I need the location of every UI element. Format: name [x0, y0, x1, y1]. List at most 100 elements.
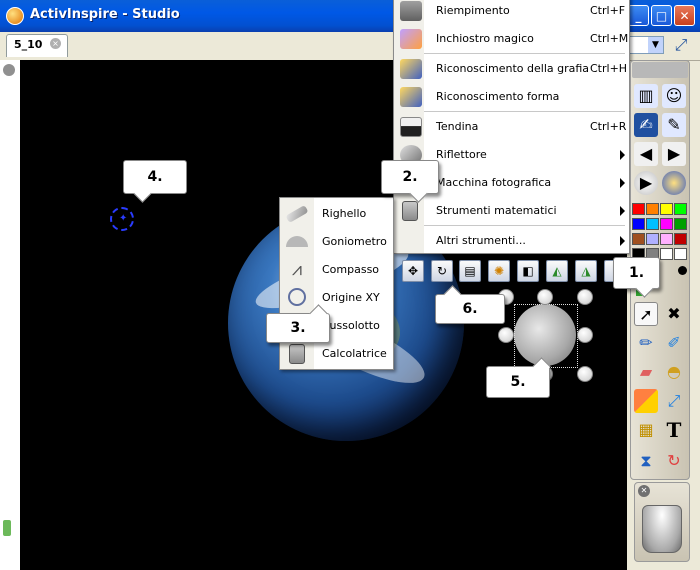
color-swatch[interactable]	[674, 233, 687, 245]
move-icon[interactable]: ✥	[402, 260, 424, 282]
rotate-icon[interactable]: ↻	[431, 260, 453, 282]
tools-icon[interactable]: ✎	[662, 113, 686, 137]
color-swatch[interactable]	[632, 203, 645, 215]
magic-ink-icon	[400, 29, 422, 49]
multi-tool-icon[interactable]: ✖	[662, 302, 686, 326]
menu-item-fill[interactable]: Riempimento Ctrl+F	[394, 0, 629, 25]
minimize-button[interactable]: _	[628, 5, 649, 26]
folder-icon[interactable]: ▦	[634, 418, 658, 442]
handwriting-recognition-icon	[400, 59, 422, 79]
properties-icon[interactable]: ▤	[459, 260, 481, 282]
browser-toggle-icon[interactable]	[3, 64, 15, 76]
reset-icon[interactable]: ↻	[662, 449, 686, 473]
handwriting-icon[interactable]: ✍	[634, 113, 658, 137]
menu-item-magic-ink[interactable]: Inchiostro magico Ctrl+M	[394, 25, 629, 53]
resize-handle[interactable]	[537, 289, 553, 305]
callout-1: 1.	[613, 257, 660, 298]
arrange-icon[interactable]: ◧	[517, 260, 539, 282]
protractor-icon	[286, 236, 308, 247]
submenu-item-compass[interactable]: ⩘ Compasso	[280, 256, 393, 284]
flipchart-browser-icon[interactable]: ▥	[634, 84, 658, 108]
callout-label: 5.	[510, 374, 526, 390]
menu-item-label: Strumenti matematici	[436, 204, 557, 217]
trash-close-icon[interactable]: ✕	[638, 485, 650, 497]
calculator-icon	[289, 344, 305, 364]
shape-recognition-icon	[400, 87, 422, 107]
panel-grip[interactable]	[3, 520, 11, 536]
fill-bucket-icon	[400, 1, 422, 21]
menu-item-shape-recognition[interactable]: Riconoscimento forma	[394, 83, 629, 111]
color-swatch[interactable]	[660, 203, 673, 215]
menu-item-handwriting[interactable]: Riconoscimento della grafia Ctrl+H	[394, 55, 629, 83]
fullscreen-icon[interactable]: ⤢	[670, 35, 692, 55]
select-arrow-icon[interactable]: ➚	[634, 302, 658, 326]
scale-icon[interactable]: ◭	[546, 260, 568, 282]
color-swatch[interactable]	[646, 218, 659, 230]
resize-handle[interactable]	[577, 366, 593, 382]
tab-close-icon[interactable]: ×	[50, 38, 61, 49]
user-icon[interactable]: ☺	[662, 84, 686, 108]
shape-icon[interactable]	[634, 389, 658, 413]
fill-icon[interactable]: ◓	[662, 360, 686, 384]
submenu-item-xy-origin[interactable]: Origine XY	[280, 284, 393, 312]
text-icon[interactable]: T	[662, 418, 686, 442]
pen-width-dot[interactable]	[678, 266, 687, 275]
next-page-icon[interactable]: ▶	[662, 142, 686, 166]
chevron-down-icon[interactable]: ▼	[648, 37, 663, 53]
highlighter-icon[interactable]: ✐	[662, 331, 686, 355]
submenu-item-label: Goniometro	[322, 235, 387, 248]
menu-item-math-tools[interactable]: Strumenti matematici	[394, 197, 629, 225]
xy-origin-icon: ✦	[119, 213, 128, 224]
color-swatch[interactable]	[660, 233, 673, 245]
color-swatch[interactable]	[632, 233, 645, 245]
color-swatch[interactable]	[660, 218, 673, 230]
menu-item-other-tools[interactable]: Altri strumenti...	[394, 227, 629, 255]
color-swatch[interactable]	[674, 248, 687, 260]
menu-item-label: Riflettore	[436, 148, 487, 161]
tools-menu: Riempimento Ctrl+F Inchiostro magico Ctr…	[393, 0, 630, 254]
xy-origin-icon	[288, 288, 306, 306]
submenu-arrow-icon	[620, 178, 625, 188]
color-swatch[interactable]	[660, 248, 673, 260]
submenu-arrow-icon	[620, 236, 625, 246]
previous-page-icon[interactable]: ◀	[634, 142, 658, 166]
play-icon[interactable]: ▶	[634, 171, 658, 195]
menu-item-label: Riempimento	[436, 4, 510, 17]
color-swatch[interactable]	[674, 203, 687, 215]
resize-handle[interactable]	[577, 289, 593, 305]
color-swatch[interactable]	[674, 218, 687, 230]
connector-icon[interactable]: ⤢	[662, 389, 686, 413]
menu-item-label: Altri strumenti...	[436, 234, 526, 247]
color-swatch[interactable]	[632, 218, 645, 230]
trash-bin-icon[interactable]	[642, 505, 682, 553]
math-tools-submenu: Righello Goniometro ⩘ Compasso Origine X…	[279, 197, 394, 370]
color-swatch[interactable]	[646, 233, 659, 245]
submenu-item-label: Bussolotto	[322, 319, 380, 332]
calculator-icon	[402, 201, 418, 221]
browser-icon[interactable]	[662, 171, 686, 195]
edit-object-icon[interactable]: ✺	[488, 260, 510, 282]
menu-item-revealer[interactable]: Tendina Ctrl+R	[394, 113, 629, 141]
menu-item-shortcut: Ctrl+F	[590, 4, 626, 17]
maximize-button[interactable]: □	[651, 5, 672, 26]
resize-handle[interactable]	[577, 327, 593, 343]
resize-handle[interactable]	[498, 327, 514, 343]
window-title: ActivInspire - Studio	[30, 7, 180, 22]
callout-2: 2.	[381, 160, 439, 203]
submenu-item-calculator[interactable]: Calcolatrice	[280, 340, 393, 368]
eraser-icon[interactable]: ▰	[634, 360, 658, 384]
color-swatch[interactable]	[646, 203, 659, 215]
callout-3: 3.	[266, 304, 330, 343]
clear-icon[interactable]: ⧗	[634, 449, 658, 473]
tab-label: 5_10	[14, 38, 43, 51]
close-window-button[interactable]: ✕	[674, 5, 695, 26]
submenu-item-protractor[interactable]: Goniometro	[280, 228, 393, 256]
submenu-item-label: Origine XY	[322, 291, 380, 304]
submenu-item-ruler[interactable]: Righello	[280, 200, 393, 228]
callout-4: 4.	[123, 160, 187, 203]
submenu-item-label: Compasso	[322, 263, 380, 276]
ruler-icon	[285, 205, 309, 223]
freehand-scale-icon[interactable]: ◮	[575, 260, 597, 282]
pen-icon[interactable]: ✏	[634, 331, 658, 355]
menu-item-shortcut: Ctrl+M	[590, 32, 629, 45]
